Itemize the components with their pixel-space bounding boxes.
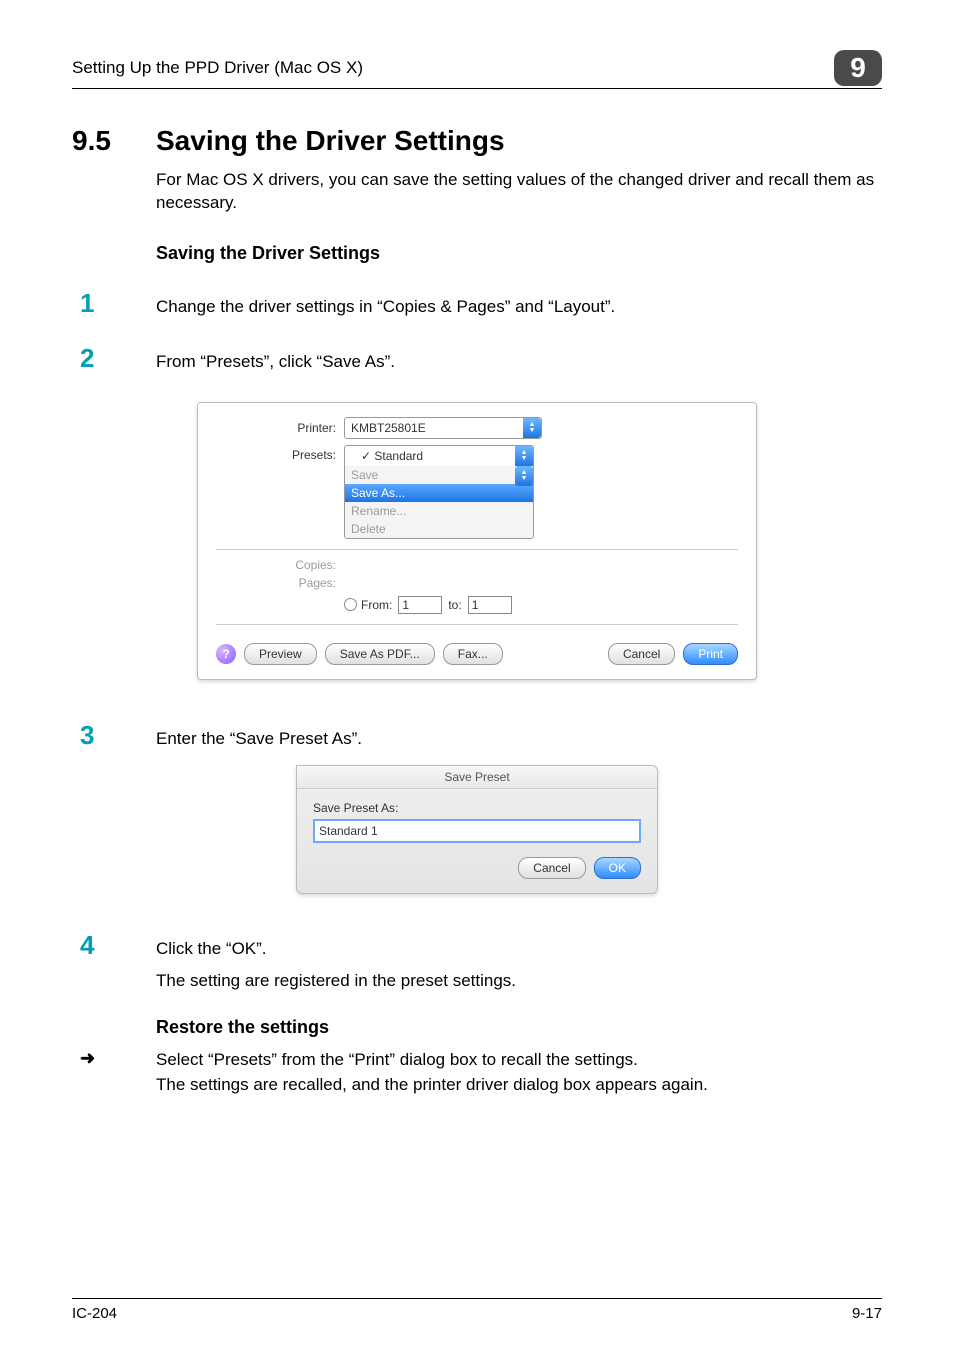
printer-select[interactable]: KMBT25801E ▲▼ [344,417,542,439]
presets-menu-save[interactable]: Save [345,466,533,484]
chapter-number-badge: 9 [834,50,882,86]
step-4-row: 4 Click the “OK”. [72,930,882,961]
save-preset-ok-button[interactable]: OK [594,857,641,879]
print-dialog: Printer: KMBT25801E ▲▼ Presets: ✓ Standa… [197,402,757,680]
subheading-saving: Saving the Driver Settings [156,243,882,264]
restore-heading: Restore the settings [156,1017,882,1038]
header-left-text: Setting Up the PPD Driver (Mac OS X) [72,58,363,78]
save-preset-as-label: Save Preset As: [313,801,641,815]
pages-from-row: From: 1 to: 1 [344,596,738,614]
page-footer: IC-204 9-17 [72,1298,882,1322]
from-label: From: [361,598,392,612]
save-preset-title: Save Preset [297,766,657,789]
pages-label-row: Pages: [216,576,738,590]
preview-button[interactable]: Preview [244,643,317,665]
presets-selected-value: ✓ Standard [361,449,423,463]
restore-line-1: Select “Presets” from the “Print” dialog… [156,1050,638,1069]
pages-label: Pages: [216,576,344,590]
copies-label: Copies: [216,558,344,572]
copies-row: Copies: [216,558,738,572]
dialog-button-row: ? Preview Save As PDF... Fax... Cancel P… [216,643,738,665]
presets-menu-rename[interactable]: Rename... [345,502,533,520]
step-3-text: Enter the “Save Preset As”. [156,728,362,751]
printer-label: Printer: [216,421,344,435]
presets-menu-save-as[interactable]: Save As... [345,484,533,502]
presets-menu-delete[interactable]: Delete [345,520,533,538]
step-1-text: Change the driver settings in “Copies & … [156,296,615,319]
section-title: Saving the Driver Settings [156,125,505,157]
dropdown-arrow-icon: ▲▼ [515,446,533,466]
fax-button[interactable]: Fax... [443,643,503,665]
presets-row: Presets: ✓ Standard ▲▼ ▲▼ Save Save As..… [216,445,738,539]
step-4-number: 4 [72,930,156,961]
dropdown-arrow-icon: ▲▼ [523,418,541,438]
footer-right: 9-17 [852,1305,882,1322]
to-label: to: [448,598,461,612]
step-2-text: From “Presets”, click “Save As”. [156,351,395,374]
presets-menu: ▲▼ Save Save As... Rename... Delete [345,466,533,538]
step-3-row: 3 Enter the “Save Preset As”. [72,720,882,751]
printer-row: Printer: KMBT25801E ▲▼ [216,417,738,439]
step-1-row: 1 Change the driver settings in “Copies … [72,288,882,319]
dropdown-arrow-icon: ▲▼ [515,466,533,486]
step-3-number: 3 [72,720,156,751]
page-header: Setting Up the PPD Driver (Mac OS X) 9 [72,50,882,89]
save-preset-input[interactable]: Standard 1 [313,819,641,843]
restore-bullet-row: ➜ Select “Presets” from the “Print” dial… [72,1048,882,1097]
cancel-button[interactable]: Cancel [608,643,675,665]
dialog-divider [216,624,738,625]
print-button[interactable]: Print [683,643,738,665]
footer-left: IC-204 [72,1305,117,1322]
restore-line-2: The settings are recalled, and the print… [156,1075,708,1094]
section-number: 9.5 [72,125,156,157]
arrow-bullet-icon: ➜ [72,1048,156,1069]
from-field[interactable]: 1 [398,596,442,614]
to-field[interactable]: 1 [468,596,512,614]
presets-select[interactable]: ✓ Standard ▲▼ ▲▼ Save Save As... Rename.… [344,445,534,539]
step-1-number: 1 [72,288,156,319]
dialog-divider [216,549,738,550]
save-as-pdf-button[interactable]: Save As PDF... [325,643,435,665]
save-preset-dialog: Save Preset Save Preset As: Standard 1 C… [296,765,658,894]
step-2-number: 2 [72,343,156,374]
presets-label: Presets: [216,445,344,462]
step-4-text: Click the “OK”. [156,938,267,961]
help-button[interactable]: ? [216,644,236,664]
save-preset-cancel-button[interactable]: Cancel [518,857,585,879]
pages-from-radio[interactable] [344,598,357,611]
printer-value: KMBT25801E [351,421,426,435]
section-title-row: 9.5 Saving the Driver Settings [72,125,882,157]
step-2-row: 2 From “Presets”, click “Save As”. [72,343,882,374]
step-4-followup: The setting are registered in the preset… [156,971,882,991]
intro-paragraph: For Mac OS X drivers, you can save the s… [156,169,882,215]
